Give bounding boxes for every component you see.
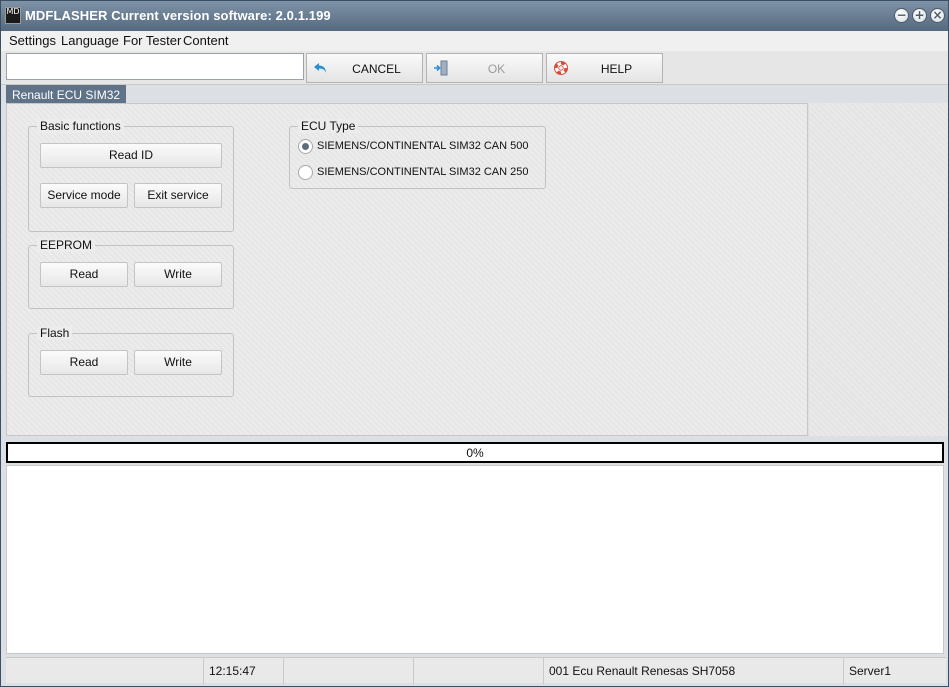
status-cell-3 [284,658,414,684]
app-window: MD MDFLASHER Current version software: 2… [0,0,949,687]
eeprom-title: EEPROM [37,238,96,252]
service-mode-button[interactable]: Service mode [40,183,128,208]
flash-group: Flash Read Write [28,326,234,397]
menu-content[interactable]: Content [183,33,229,48]
basic-functions-group: Basic functions Read ID Service mode Exi… [28,119,234,232]
eeprom-read-button[interactable]: Read [40,262,128,287]
eeprom-write-button[interactable]: Write [134,262,222,287]
tab-content-panel: Basic functions Read ID Service mode Exi… [6,103,808,436]
radio-can500[interactable] [298,139,313,154]
progress-bar: 0% [6,442,944,463]
toolbar: CANCEL OK HELP [1,51,948,85]
lifebuoy-icon [554,61,568,75]
help-button-label: HELP [600,62,633,76]
minimize-button[interactable]: − [894,8,909,23]
menu-bar: Settings Language For Tester Content [1,31,948,51]
help-button[interactable]: HELP [546,53,663,83]
menu-for-tester[interactable]: For Tester [123,33,181,48]
status-ecu: 001 Ecu Renault Renesas SH7058 [544,658,844,684]
menu-settings[interactable]: Settings [9,33,56,48]
basic-functions-title: Basic functions [37,119,124,133]
status-time: 12:15:47 [204,658,284,684]
read-id-button[interactable]: Read ID [40,143,222,168]
exit-service-button[interactable]: Exit service [134,183,222,208]
eeprom-group: EEPROM Read Write [28,238,234,309]
ok-button-label: OK [487,62,506,76]
status-cell-4 [414,658,544,684]
tab-renault-ecu-sim32[interactable]: Renault ECU SIM32 [6,85,127,104]
command-input[interactable] [6,53,304,80]
radio-can250[interactable] [298,165,313,180]
maximize-button[interactable]: + [912,8,927,23]
undo-arrow-icon [314,63,326,73]
ecu-option-can500-label: SIEMENS/CONTINENTAL SIM32 CAN 500 [317,140,529,152]
status-server: Server1 [849,664,892,678]
cancel-button[interactable]: CANCEL [306,53,423,83]
right-empty-pane [809,103,948,436]
ok-button[interactable]: OK [426,53,543,83]
menu-language[interactable]: Language [61,33,119,48]
status-cell-1 [6,658,204,684]
close-button[interactable]: × [930,8,945,23]
app-icon: MD [5,7,21,24]
ecu-option-can250-label: SIEMENS/CONTINENTAL SIM32 CAN 250 [317,166,529,178]
ecu-type-title: ECU Type [298,119,359,133]
progress-text: 0% [466,446,484,460]
flash-write-button[interactable]: Write [134,350,222,375]
title-bar[interactable]: MD MDFLASHER Current version software: 2… [1,1,948,31]
status-bar: 12:15:47 001 Ecu Renault Renesas SH7058 … [6,657,946,684]
window-title: MDFLASHER Current version software: 2.0.… [25,8,331,23]
ecu-type-group: ECU Type SIEMENS/CONTINENTAL SIM32 CAN 5… [289,119,546,189]
cancel-button-label: CANCEL [352,62,401,76]
enter-door-icon [434,60,448,76]
log-area[interactable] [6,465,944,654]
flash-read-button[interactable]: Read [40,350,128,375]
flash-title: Flash [37,326,73,340]
